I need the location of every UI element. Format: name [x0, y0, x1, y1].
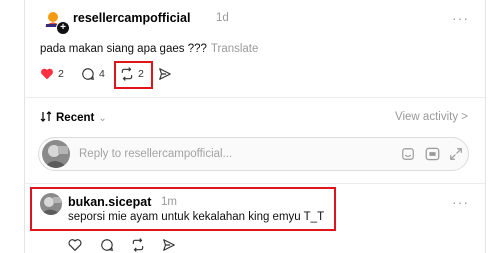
- share-icon: [158, 67, 172, 81]
- repost-icon: [131, 238, 145, 252]
- reply-bar-divider: [24, 183, 485, 184]
- expand-icon[interactable]: [449, 147, 463, 166]
- comment-icon: [100, 238, 114, 252]
- comment-highlight: [30, 187, 336, 231]
- post-more-icon[interactable]: ···: [452, 10, 469, 26]
- chevron-down-icon: ⌄: [98, 112, 107, 124]
- sort-icon: [40, 111, 52, 125]
- sort-dropdown[interactable]: Recent ⌄: [40, 111, 107, 125]
- sort-label: Recent: [56, 112, 95, 124]
- comment-more-icon[interactable]: ···: [452, 194, 469, 210]
- comment-share-button[interactable]: [162, 238, 176, 252]
- comment-count: 4: [99, 68, 105, 80]
- reply-input[interactable]: Reply to resellercampofficial...: [79, 148, 232, 160]
- panel-right-border: [485, 0, 486, 253]
- post-username[interactable]: resellercampofficial: [73, 11, 190, 25]
- repost-highlight: [114, 61, 153, 89]
- translate-link[interactable]: Translate: [211, 43, 259, 55]
- post-text: pada makan siang apa gaes ??? Translate: [40, 43, 258, 55]
- follow-plus-icon[interactable]: +: [56, 21, 70, 35]
- like-button[interactable]: 2: [40, 67, 64, 80]
- comment-repost-button[interactable]: [131, 238, 145, 252]
- like-count: 2: [58, 67, 64, 80]
- gif-icon[interactable]: [425, 147, 440, 166]
- panel-left-border: [24, 0, 25, 253]
- post-body: pada makan siang apa gaes ???: [40, 43, 207, 55]
- reply-bar[interactable]: Reply to resellercampofficial...: [38, 137, 469, 171]
- post-divider: [24, 97, 485, 98]
- heart-icon: [40, 67, 54, 80]
- post-time: 1d: [216, 12, 229, 24]
- reply-avatar: [42, 140, 70, 168]
- comment-reply-button[interactable]: [100, 238, 114, 252]
- heart-icon: [68, 238, 82, 251]
- view-activity-link[interactable]: View activity >: [395, 111, 468, 123]
- comment-like-button[interactable]: [68, 238, 82, 251]
- share-icon: [162, 238, 176, 252]
- share-button[interactable]: [158, 67, 172, 81]
- comment-button[interactable]: 4: [81, 67, 105, 81]
- comment-icon: [81, 67, 95, 81]
- sticker-icon[interactable]: [401, 147, 415, 166]
